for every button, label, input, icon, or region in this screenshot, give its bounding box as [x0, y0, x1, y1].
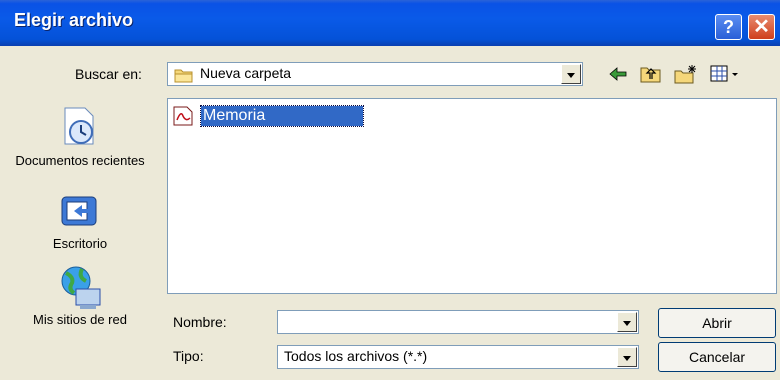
help-button[interactable]: ?: [715, 14, 742, 40]
place-network[interactable]: Mis sitios de red: [0, 263, 160, 328]
filename-field[interactable]: [277, 310, 639, 334]
view-menu-icon[interactable]: [710, 64, 742, 84]
place-recent-documents[interactable]: Documentos recientes: [0, 104, 160, 169]
network-places-icon: [61, 266, 101, 309]
filetype-value: Todos los archivos (*.*): [284, 348, 428, 364]
window-title: Elegir archivo: [14, 10, 134, 30]
filetype-select[interactable]: Todos los archivos (*.*): [277, 345, 639, 369]
filename-dropdown-button[interactable]: [617, 312, 637, 332]
filename-label: Nombre:: [173, 314, 227, 330]
look-in-dropdown-button[interactable]: [561, 64, 581, 84]
filetype-label: Tipo:: [173, 348, 204, 364]
file-list[interactable]: Memoria: [167, 98, 777, 294]
file-name: Memoria: [200, 105, 364, 127]
place-label: Mis sitios de red: [33, 312, 127, 327]
new-folder-icon[interactable]: [674, 64, 698, 84]
filetype-dropdown-button[interactable]: [617, 347, 637, 367]
cancel-button[interactable]: Cancelar: [658, 342, 776, 372]
place-label: Escritorio: [52, 236, 108, 251]
look-in-label: Buscar en:: [75, 66, 142, 82]
folder-icon: [174, 69, 193, 83]
title-bar: Elegir archivo ? ✕: [0, 0, 780, 46]
pdf-file-icon: [173, 106, 193, 126]
look-in-combo[interactable]: Nueva carpeta: [167, 62, 583, 86]
place-label: Documentos recientes: [15, 153, 145, 168]
up-folder-icon[interactable]: [640, 64, 662, 84]
desktop-icon: [61, 196, 97, 226]
place-desktop[interactable]: Escritorio: [0, 193, 160, 252]
recent-documents-icon: [64, 107, 94, 145]
look-in-value: Nueva carpeta: [200, 65, 292, 81]
open-button[interactable]: Abrir: [658, 308, 776, 338]
back-arrow-icon[interactable]: [608, 64, 628, 84]
close-button[interactable]: ✕: [748, 14, 775, 40]
